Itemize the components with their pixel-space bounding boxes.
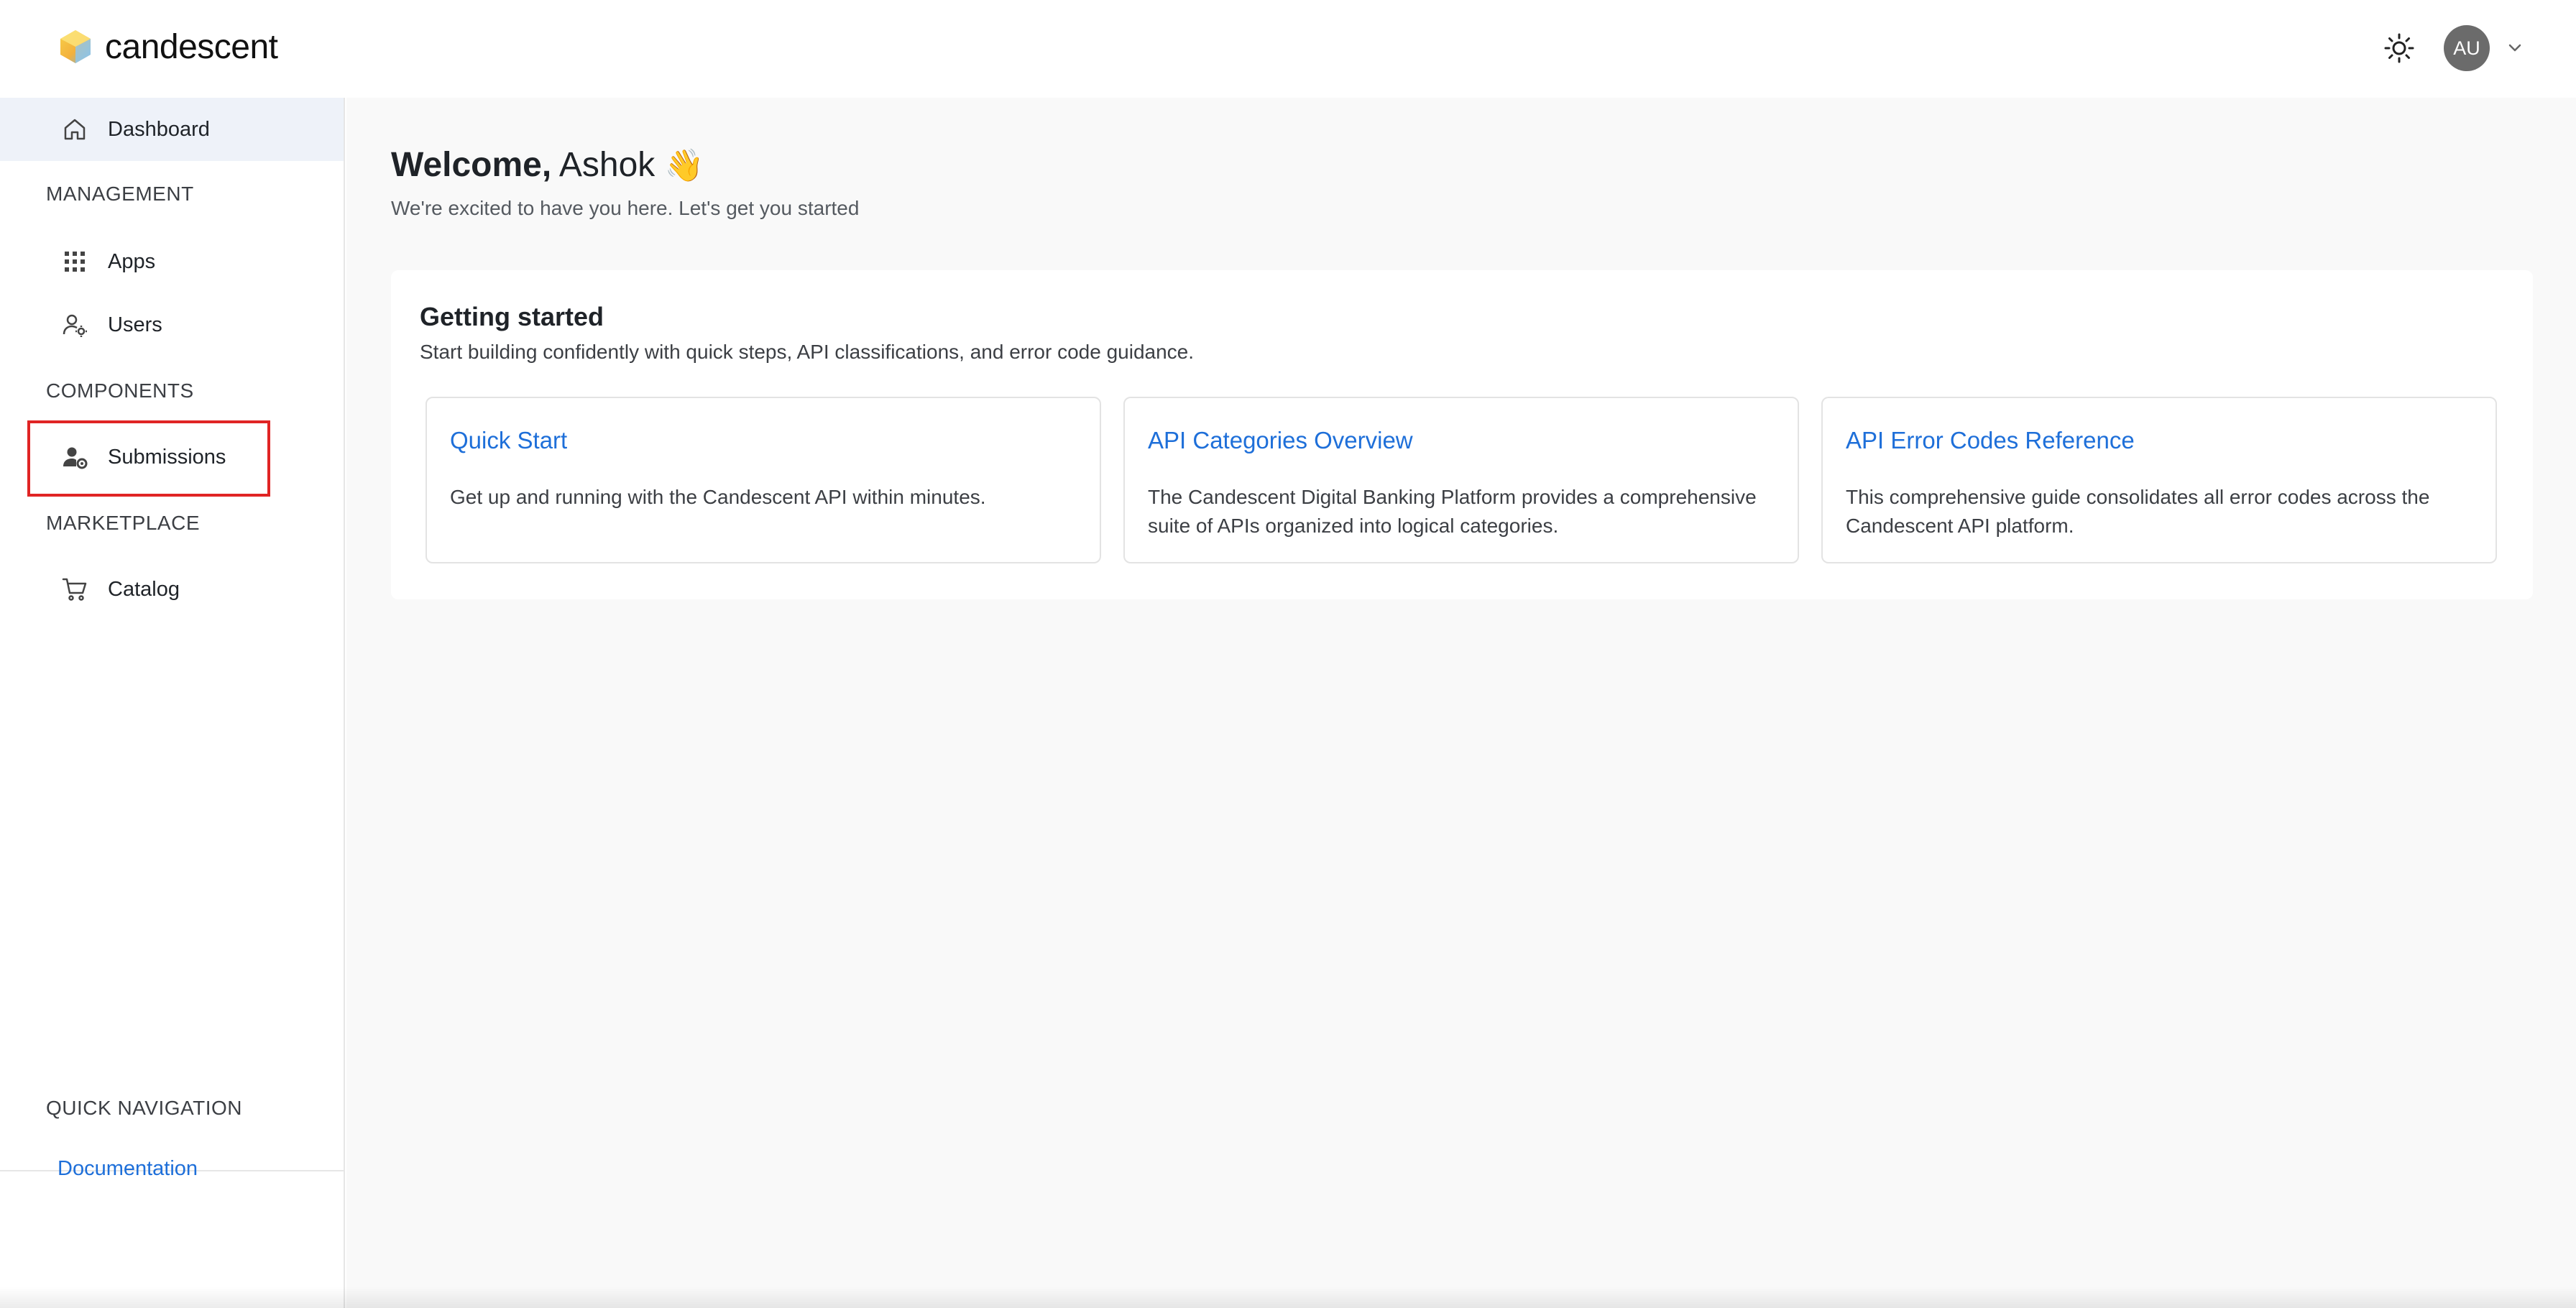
- section-label-quick-navigation: QUICK NAVIGATION: [46, 1097, 242, 1119]
- main-content: Welcome, Ashok 👋 We're excited to have y…: [346, 98, 2576, 1308]
- avatar[interactable]: AU: [2444, 25, 2490, 71]
- grid-icon: [65, 252, 85, 272]
- sidebar-item-users[interactable]: Users: [0, 293, 344, 356]
- card-api-categories[interactable]: API Categories Overview The Candescent D…: [1123, 397, 1799, 563]
- welcome-name: Ashok: [558, 146, 656, 184]
- section-label-components: COMPONENTS: [46, 379, 194, 402]
- sidebar-item-label: Submissions: [108, 445, 226, 469]
- sidebar-item-label: Users: [108, 313, 162, 336]
- header-actions: AU: [2383, 24, 2526, 72]
- chevron-down-icon[interactable]: [2504, 37, 2526, 59]
- card-text: Get up and running with the Candescent A…: [450, 486, 986, 508]
- home-icon: [64, 119, 86, 140]
- section-label-marketplace: MARKETPLACE: [46, 512, 200, 534]
- card-text: The Candescent Digital Banking Platform …: [1148, 486, 1757, 537]
- user-gear-icon: [63, 447, 88, 469]
- welcome-label: Welcome,: [391, 146, 552, 184]
- sidebar-item-apps[interactable]: Apps: [0, 230, 344, 293]
- card-text: This comprehensive guide consolidates al…: [1846, 486, 2430, 537]
- card-title[interactable]: Quick Start: [450, 427, 567, 454]
- card-quick-start[interactable]: Quick Start Get up and running with the …: [426, 397, 1101, 563]
- top-header: candescent AU: [0, 0, 2576, 98]
- section-label-management: MANAGEMENT: [46, 183, 194, 205]
- page-subtitle: We're excited to have you here. Let's ge…: [391, 197, 860, 219]
- candescent-logo-icon: [60, 30, 91, 63]
- sidebar-item-label: Catalog: [108, 577, 180, 601]
- sidebar-item-catalog[interactable]: Catalog: [0, 558, 344, 621]
- sidebar-item-dashboard[interactable]: Dashboard: [0, 98, 344, 161]
- card-title[interactable]: API Categories Overview: [1148, 427, 1413, 454]
- sidebar: Dashboard MANAGEMENT Apps Users COMPONEN…: [0, 98, 345, 1308]
- card-api-error-codes[interactable]: API Error Codes Reference This comprehen…: [1821, 397, 2497, 563]
- sidebar-item-label: Apps: [108, 249, 156, 273]
- sun-icon[interactable]: [2383, 32, 2415, 64]
- getting-started-panel: Getting started Start building confident…: [391, 270, 2533, 599]
- cart-icon: [62, 578, 87, 601]
- user-settings-icon: [63, 314, 87, 337]
- card-title[interactable]: API Error Codes Reference: [1846, 427, 2135, 454]
- documentation-link[interactable]: Documentation: [58, 1157, 198, 1181]
- brand[interactable]: candescent: [59, 24, 278, 69]
- brand-name: candescent: [105, 27, 278, 66]
- sidebar-item-submissions[interactable]: Submissions: [0, 425, 344, 489]
- page-title: Welcome, Ashok 👋: [391, 145, 704, 185]
- sidebar-item-label: Dashboard: [108, 117, 210, 141]
- panel-title: Getting started: [420, 302, 604, 331]
- wave-emoji: 👋: [664, 147, 704, 184]
- panel-description: Start building confidently with quick st…: [420, 341, 1195, 363]
